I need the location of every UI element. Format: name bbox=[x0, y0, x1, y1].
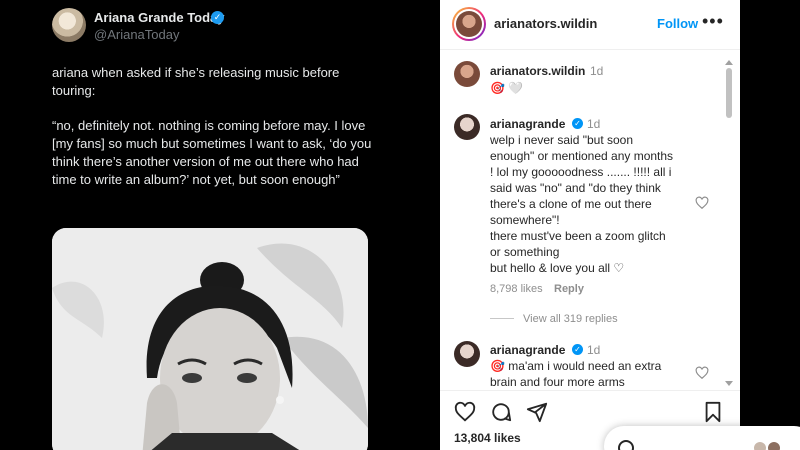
comment-line: there must've been a zoom glitch bbox=[490, 229, 666, 243]
comment-line: ! lol my gooooodness ....... !!!!! all i bbox=[490, 165, 672, 179]
avatar[interactable] bbox=[454, 114, 480, 140]
like-comment-heart-icon[interactable] bbox=[695, 366, 709, 380]
portrait-photo-icon bbox=[52, 228, 368, 450]
message-avatars bbox=[752, 440, 792, 450]
bookmark-icon[interactable] bbox=[702, 401, 724, 423]
share-icon[interactable] bbox=[526, 401, 548, 423]
comment-text: 🎯 ma'am i would need an extra brain and … bbox=[490, 358, 700, 388]
author-name[interactable]: Ariana Grande Today bbox=[94, 10, 225, 25]
total-likes[interactable]: 13,804 likes bbox=[454, 431, 521, 445]
follow-button[interactable]: Follow bbox=[657, 16, 698, 31]
tweet-photo[interactable] bbox=[52, 228, 368, 450]
comments-list: arianators.wildin 1d 🎯 🤍 arianagrande ✓ … bbox=[440, 51, 740, 388]
story-avatar[interactable] bbox=[452, 7, 486, 41]
scroll-down-icon[interactable] bbox=[725, 381, 733, 386]
author-handle[interactable]: @ArianaToday bbox=[94, 27, 179, 42]
header-username[interactable]: arianators.wildin bbox=[494, 16, 597, 31]
avatar[interactable] bbox=[454, 341, 480, 367]
author-avatar[interactable] bbox=[52, 8, 86, 42]
comment-time: 1d bbox=[587, 117, 601, 131]
messages-icon[interactable] bbox=[618, 440, 634, 450]
comment-line: brain and four more arms bbox=[490, 375, 625, 388]
comment-line: or something bbox=[490, 245, 560, 259]
comment-line: enough" or mentioned any months bbox=[490, 149, 674, 163]
comment-line: welp i never said "but soon bbox=[490, 133, 634, 147]
scroll-thumb[interactable] bbox=[726, 68, 732, 118]
comment-line: said was "no" and "do they think bbox=[490, 181, 661, 195]
verified-badge-icon: ✓ bbox=[572, 344, 583, 355]
comment-icon[interactable] bbox=[490, 401, 512, 423]
like-comment-heart-icon[interactable] bbox=[695, 196, 709, 210]
scroll-up-icon[interactable] bbox=[725, 60, 733, 65]
comment-line: 🎯 ma'am i would need an extra bbox=[490, 359, 662, 373]
messages-bubble[interactable] bbox=[604, 426, 800, 450]
avatar bbox=[766, 440, 782, 450]
comment-username[interactable]: arianagrande bbox=[490, 117, 565, 131]
comment-text: welp i never said "but soon enough" or m… bbox=[490, 132, 700, 276]
comment-time: 1d bbox=[590, 64, 604, 78]
tweet-text: ariana when asked if she’s releasing mus… bbox=[52, 64, 372, 206]
comment-line: somewhere"! bbox=[490, 213, 560, 227]
verified-badge-icon: ✓ bbox=[211, 11, 224, 24]
instagram-panel: arianators.wildin Follow ••• arianators.… bbox=[440, 0, 740, 450]
comment-text: 🎯 🤍 bbox=[490, 81, 524, 95]
view-replies-button[interactable]: View all 319 replies bbox=[523, 313, 618, 325]
verified-badge-icon: ✓ bbox=[572, 118, 583, 129]
comment-likes[interactable]: 8,798 likes bbox=[490, 283, 543, 295]
more-options-icon[interactable]: ••• bbox=[702, 11, 724, 32]
comment-line: but hello & love you all ♡ bbox=[490, 261, 625, 275]
page-background bbox=[740, 0, 800, 450]
comment-time: 1d bbox=[587, 343, 601, 357]
tweet-paragraph: ariana when asked if she’s releasing mus… bbox=[52, 65, 340, 98]
comment-line: there's a clone of me out there bbox=[490, 197, 652, 211]
tweet-paragraph: “no, definitely not. nothing is coming b… bbox=[52, 118, 372, 187]
reply-button[interactable]: Reply bbox=[554, 283, 584, 295]
comment-username[interactable]: arianators.wildin bbox=[490, 64, 585, 78]
post-header: arianators.wildin Follow ••• bbox=[440, 0, 740, 50]
comment-username[interactable]: arianagrande bbox=[490, 343, 565, 357]
avatar[interactable] bbox=[454, 61, 480, 87]
screen: Ariana Grande Today ✓ @ArianaToday arian… bbox=[0, 0, 800, 450]
comments-scrollbar[interactable] bbox=[724, 60, 734, 386]
replies-line bbox=[490, 318, 514, 319]
heart-icon[interactable] bbox=[454, 401, 476, 423]
tweet-panel: Ariana Grande Today ✓ @ArianaToday arian… bbox=[0, 0, 440, 450]
